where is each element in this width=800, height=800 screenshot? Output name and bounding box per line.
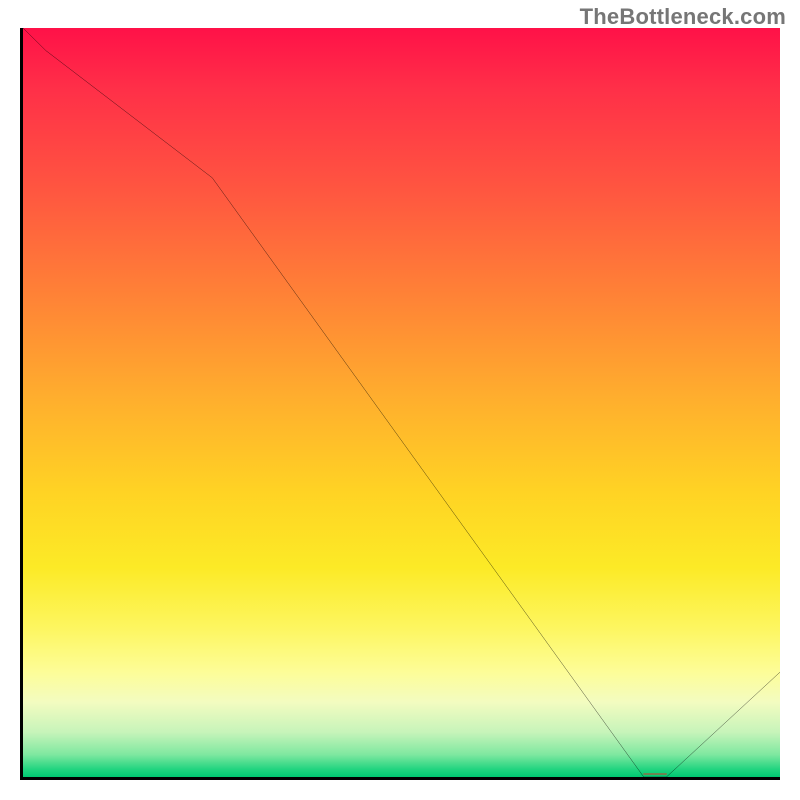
watermark-text: TheBottleneck.com	[580, 4, 786, 30]
chart-container: TheBottleneck.com	[0, 0, 800, 800]
minimum-marker	[23, 28, 780, 777]
plot-area	[20, 28, 780, 780]
